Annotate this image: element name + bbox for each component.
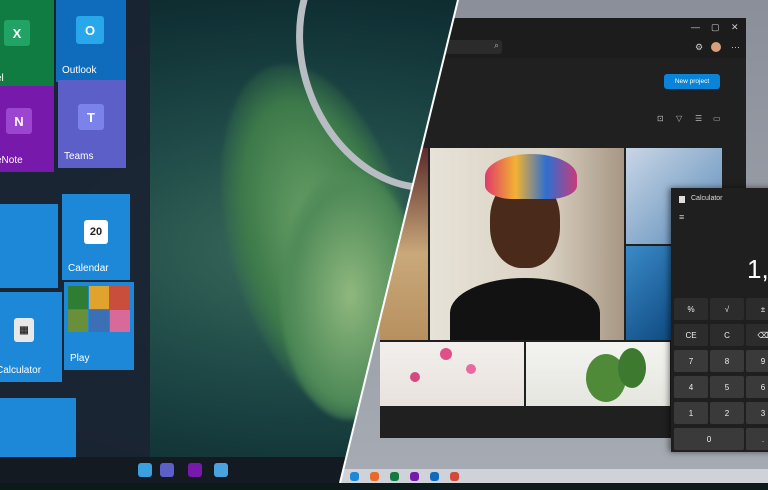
key-ce[interactable]: CE [674,324,708,346]
key-5[interactable]: 5 [710,376,744,398]
tile-outlook[interactable]: O Outlook [56,0,126,82]
key-7[interactable]: 7 [674,350,708,372]
key-1[interactable]: 1 [674,402,708,424]
key-decimal[interactable]: . [746,428,768,450]
tile-excel[interactable]: X el [0,0,54,90]
tile-teams[interactable]: T Teams [58,80,126,168]
close-icon[interactable]: ✕ [731,22,739,33]
key-9[interactable]: 9 [746,350,768,372]
key-backspace[interactable]: ⌫ [746,324,768,346]
key-0[interactable]: 0 [674,428,744,450]
taskbar-app-icon[interactable] [138,463,152,477]
tile-calendar-label: Calendar [68,263,109,274]
avatar[interactable] [711,42,721,52]
search-box[interactable]: ⌕ [440,40,502,54]
new-project-button[interactable]: New project [664,74,720,89]
key-c[interactable]: C [710,324,744,346]
calculator-display: 1, [747,254,768,284]
tile-calculator[interactable]: ▦ Calculator [0,292,62,382]
taskbar-photos-icon[interactable] [214,463,228,477]
taskbar-app-icon[interactable] [390,472,399,481]
photo-woman-smiling[interactable] [430,148,624,340]
taskbar-start-icon[interactable] [350,472,359,481]
calendar-icon: 20 [84,220,108,244]
portrait-headwrap [485,154,577,199]
tile-blank-blue[interactable] [0,204,58,288]
calculator-app-icon [679,196,685,203]
select-icon[interactable]: ⊡ [657,114,664,123]
maximize-icon[interactable]: ▢ [711,22,720,33]
taskbar-app-icon[interactable] [430,472,439,481]
tile-play[interactable]: Play [64,282,134,370]
teams-icon: T [78,104,104,130]
key-3[interactable]: 3 [746,402,768,424]
view-icon[interactable]: ▭ [713,114,721,123]
photo-pink-flowers[interactable] [380,342,524,406]
calculator-window: Calculator ≡ 1, % √ ± CE C ⌫ 7 8 9 4 5 6… [671,188,768,452]
key-6[interactable]: 6 [746,376,768,398]
tile-calculator-label: Calculator [0,365,42,376]
onenote-icon: N [6,108,32,134]
photo-green-leaves[interactable] [526,342,670,406]
tile-excel-label: el [0,73,4,84]
taskbar-app-icon[interactable] [160,463,174,477]
tile-outlook-label: Outlook [62,65,97,76]
taskbar-app-icon[interactable] [410,472,419,481]
filter-icon[interactable]: ▽ [676,114,682,123]
play-games-collage [68,286,130,332]
taskbar-onenote-icon[interactable] [188,463,202,477]
tile-calendar[interactable]: 20 Calendar [62,194,130,280]
key-plusminus[interactable]: ± [746,298,768,320]
more-icon[interactable]: ⋯ [731,42,740,53]
portrait-body [450,278,600,340]
key-percent[interactable]: % [674,298,708,320]
key-4[interactable]: 4 [674,376,708,398]
key-8[interactable]: 8 [710,350,744,372]
settings-icon[interactable]: ⚙ [695,42,703,53]
taskbar-app-icon[interactable] [370,472,379,481]
outlook-icon: O [76,16,104,44]
list-icon[interactable]: ☰ [695,114,702,123]
photo-blue-texture[interactable] [626,246,672,340]
hamburger-menu-icon[interactable]: ≡ [679,212,684,222]
taskbar-windows10 [0,457,400,483]
excel-icon: X [4,20,30,46]
taskbar-app-icon[interactable] [450,472,459,481]
tile-teams-label: Teams [64,151,94,162]
minimize-icon[interactable]: — [691,22,700,32]
calculator-icon: ▦ [14,318,34,342]
key-sqrt[interactable]: √ [710,298,744,320]
tile-onenote-label: eNote [0,155,23,166]
taskbar-windows11 [340,469,768,483]
search-icon: ⌕ [493,40,499,50]
tile-onenote[interactable]: N eNote [0,86,54,172]
key-2[interactable]: 2 [710,402,744,424]
tile-play-label: Play [70,353,90,364]
calculator-title: Calculator [691,195,723,202]
